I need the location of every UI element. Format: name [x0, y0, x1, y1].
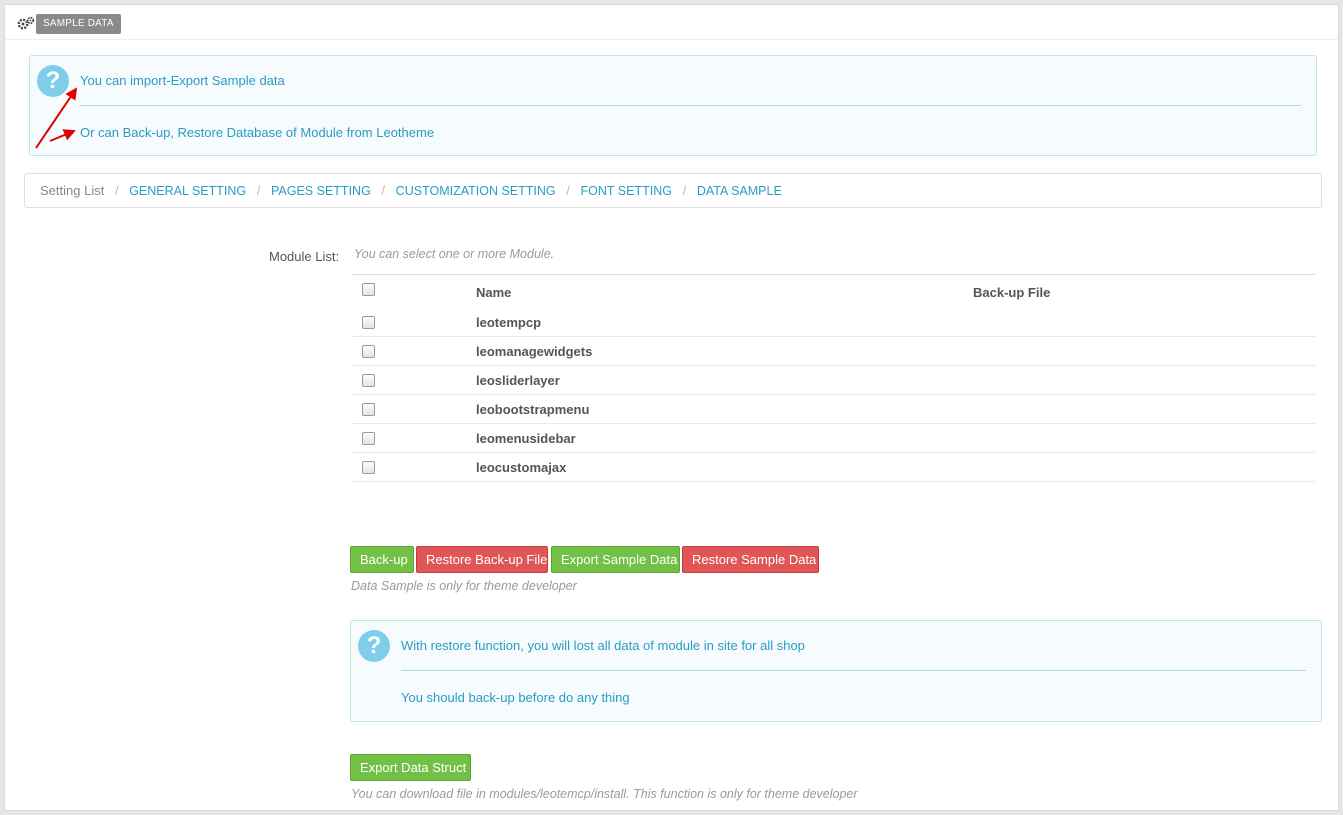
- table-row: leocustomajax: [352, 453, 1316, 482]
- restore-warning-alert: ? With restore function, you will lost a…: [350, 620, 1322, 722]
- table-row: leobootstrapmenu: [352, 395, 1316, 424]
- warning-separator: [401, 670, 1306, 671]
- question-icon: ?: [358, 630, 390, 662]
- breadcrumb-root: Setting List: [40, 183, 105, 198]
- info-alert: ? You can import-Export Sample data Or c…: [29, 55, 1317, 156]
- info-separator: [80, 105, 1301, 106]
- sample-data-panel: SAMPLE DATA ? You can import-Export Samp…: [4, 4, 1339, 811]
- module-name: leomanagewidgets: [476, 344, 593, 359]
- module-checkbox[interactable]: [362, 403, 375, 416]
- panel-title: SAMPLE DATA: [36, 14, 121, 34]
- table-row: leomanagewidgets: [352, 337, 1316, 366]
- module-name: leosliderlayer: [476, 373, 560, 388]
- export-struct-note: You can download file in modules/leotemc…: [351, 787, 858, 801]
- restore-sample-data-button[interactable]: Restore Sample Data: [682, 546, 819, 573]
- module-checkbox[interactable]: [362, 345, 375, 358]
- breadcrumb-font-setting[interactable]: FONT SETTING: [581, 184, 672, 198]
- column-backup-file: Back-up File: [973, 285, 1051, 300]
- module-checkbox[interactable]: [362, 316, 375, 329]
- gears-icon: [17, 16, 35, 30]
- export-data-struct-button[interactable]: Export Data Struct: [350, 754, 471, 781]
- export-sample-data-button[interactable]: Export Sample Data: [551, 546, 680, 573]
- breadcrumb: Setting List / GENERAL SETTING / PAGES S…: [24, 173, 1322, 208]
- backup-button[interactable]: Back-up: [350, 546, 414, 573]
- table-row: leosliderlayer: [352, 366, 1316, 395]
- module-name: leomenusidebar: [476, 431, 576, 446]
- module-name: leocustomajax: [476, 460, 567, 475]
- module-checkbox[interactable]: [362, 461, 375, 474]
- module-table-header: Name Back-up File: [352, 275, 1316, 308]
- module-list-hint: You can select one or more Module.: [354, 247, 555, 261]
- module-table: Name Back-up File leotempcp leomanagewid…: [352, 274, 1316, 482]
- breadcrumb-general-setting[interactable]: GENERAL SETTING: [129, 184, 246, 198]
- module-checkbox[interactable]: [362, 374, 375, 387]
- panel-header: SAMPLE DATA: [5, 5, 1338, 40]
- restore-backup-file-button[interactable]: Restore Back-up File: [416, 546, 548, 573]
- table-row: leomenusidebar: [352, 424, 1316, 453]
- table-row: leotempcp: [352, 308, 1316, 337]
- module-name: leobootstrapmenu: [476, 402, 590, 417]
- info-line-import-export: You can import-Export Sample data: [80, 73, 285, 88]
- info-line-backup-restore: Or can Back-up, Restore Database of Modu…: [80, 125, 435, 140]
- warning-line-data-loss: With restore function, you will lost all…: [401, 638, 805, 653]
- red-arrow-annotation: [35, 87, 78, 149]
- data-sample-note: Data Sample is only for theme developer: [351, 579, 577, 593]
- breadcrumb-customization-setting[interactable]: CUSTOMIZATION SETTING: [396, 184, 556, 198]
- breadcrumb-data-sample[interactable]: DATA SAMPLE: [697, 184, 782, 198]
- breadcrumb-pages-setting[interactable]: PAGES SETTING: [271, 184, 371, 198]
- column-name: Name: [476, 285, 512, 300]
- module-name: leotempcp: [476, 315, 542, 330]
- module-list-label: Module List:: [269, 249, 340, 264]
- select-all-checkbox[interactable]: [362, 283, 375, 296]
- module-checkbox[interactable]: [362, 432, 375, 445]
- warning-line-backup-first: You should back-up before do any thing: [401, 690, 630, 705]
